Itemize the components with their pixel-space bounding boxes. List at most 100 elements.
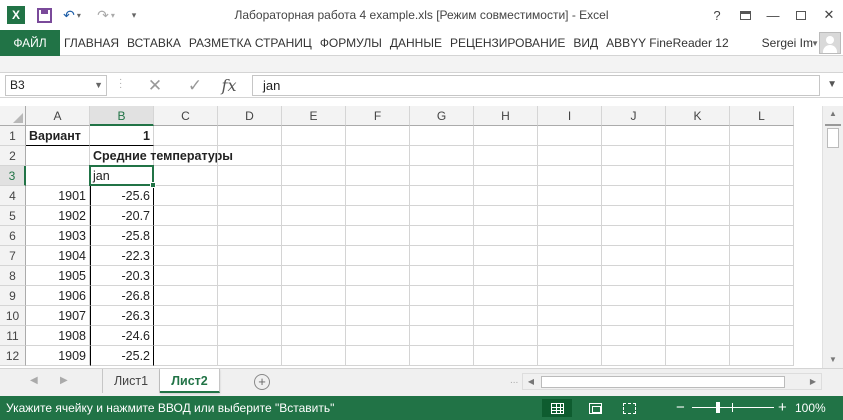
cell-a4[interactable]: 1901 (26, 186, 90, 206)
cell-c8[interactable] (154, 266, 218, 286)
sheet-prev-icon[interactable]: ◀ (30, 375, 38, 386)
cell-b2[interactable]: Средние температуры (90, 146, 233, 166)
row-header-1[interactable]: 1 (0, 126, 26, 146)
cell-b5[interactable]: -20.7 (90, 206, 154, 226)
column-header-f[interactable]: F (346, 106, 410, 126)
page-layout-view-button[interactable] (580, 399, 610, 417)
column-header-h[interactable]: H (474, 106, 538, 126)
cell-k12[interactable] (666, 346, 730, 366)
cell-l2[interactable] (730, 146, 794, 166)
cell-j2[interactable] (602, 146, 666, 166)
cell-i7[interactable] (538, 246, 602, 266)
split-handle[interactable] (825, 124, 841, 126)
cell-c1[interactable] (154, 126, 218, 146)
cell-c12[interactable] (154, 346, 218, 366)
row-header-4[interactable]: 4 (0, 186, 26, 206)
cell-h8[interactable] (474, 266, 538, 286)
cell-j4[interactable] (602, 186, 666, 206)
cell-l7[interactable] (730, 246, 794, 266)
zoom-slider-track[interactable] (692, 407, 774, 408)
horizontal-scroll-thumb[interactable] (541, 376, 785, 388)
cell-i6[interactable] (538, 226, 602, 246)
row-header-11[interactable]: 11 (0, 326, 26, 346)
cell-a2[interactable] (26, 146, 90, 166)
cell-k1[interactable] (666, 126, 730, 146)
cell-a12[interactable]: 1909 (26, 346, 90, 366)
cell-a1[interactable]: Вариант (26, 126, 90, 146)
cell-l5[interactable] (730, 206, 794, 226)
cell-c7[interactable] (154, 246, 218, 266)
cell-k5[interactable] (666, 206, 730, 226)
cell-e2[interactable] (282, 146, 346, 166)
tab-insert[interactable]: ВСТАВКА (123, 30, 185, 56)
name-box[interactable]: B3 ▼ (5, 75, 107, 96)
cell-e6[interactable] (282, 226, 346, 246)
cell-d9[interactable] (218, 286, 282, 306)
cell-d11[interactable] (218, 326, 282, 346)
cell-b12[interactable]: -25.2 (90, 346, 154, 366)
cell-l6[interactable] (730, 226, 794, 246)
cell-j5[interactable] (602, 206, 666, 226)
cell-h12[interactable] (474, 346, 538, 366)
cell-l9[interactable] (730, 286, 794, 306)
user-name[interactable]: Sergei Im (762, 30, 813, 56)
cell-j11[interactable] (602, 326, 666, 346)
cell-k8[interactable] (666, 266, 730, 286)
tab-abbyy[interactable]: ABBYY FineReader 12 (602, 30, 733, 56)
cell-i9[interactable] (538, 286, 602, 306)
cell-d5[interactable] (218, 206, 282, 226)
row-header-3[interactable]: 3 (0, 166, 26, 186)
cell-i12[interactable] (538, 346, 602, 366)
column-header-g[interactable]: G (410, 106, 474, 126)
row-header-12[interactable]: 12 (0, 346, 26, 366)
cell-l8[interactable] (730, 266, 794, 286)
cell-j12[interactable] (602, 346, 666, 366)
cell-a8[interactable]: 1905 (26, 266, 90, 286)
cell-l11[interactable] (730, 326, 794, 346)
tab-split-icon[interactable]: ... (510, 375, 518, 386)
tab-home[interactable]: ГЛАВНАЯ (60, 30, 123, 56)
cell-c9[interactable] (154, 286, 218, 306)
cell-b6[interactable]: -25.8 (90, 226, 154, 246)
ribbon-display-options-icon[interactable] (731, 0, 759, 30)
cell-a11[interactable]: 1908 (26, 326, 90, 346)
cell-k10[interactable] (666, 306, 730, 326)
cell-k6[interactable] (666, 226, 730, 246)
cell-a6[interactable]: 1903 (26, 226, 90, 246)
cell-d4[interactable] (218, 186, 282, 206)
sheet-tab-1[interactable]: Лист1 (102, 369, 160, 393)
column-header-j[interactable]: J (602, 106, 666, 126)
zoom-level[interactable]: 100% (795, 396, 826, 420)
expand-formula-bar-icon[interactable]: ▼ (827, 79, 837, 90)
cancel-icon[interactable]: ✕ (142, 75, 168, 96)
zoom-in-button[interactable]: + (778, 396, 787, 420)
resize-handle-icon[interactable]: · · · (119, 75, 122, 93)
cell-j9[interactable] (602, 286, 666, 306)
cell-i1[interactable] (538, 126, 602, 146)
cell-i2[interactable] (538, 146, 602, 166)
cell-h7[interactable] (474, 246, 538, 266)
chevron-down-icon[interactable]: ▼ (811, 39, 819, 48)
cell-e9[interactable] (282, 286, 346, 306)
row-header-5[interactable]: 5 (0, 206, 26, 226)
column-header-l[interactable]: L (730, 106, 794, 126)
cell-f3[interactable] (346, 166, 410, 186)
cell-j8[interactable] (602, 266, 666, 286)
row-header-10[interactable]: 10 (0, 306, 26, 326)
row-header-2[interactable]: 2 (0, 146, 26, 166)
cell-k3[interactable] (666, 166, 730, 186)
vertical-scrollbar[interactable]: ▲ ▼ (822, 106, 843, 368)
cell-f11[interactable] (346, 326, 410, 346)
cell-b9[interactable]: -26.8 (90, 286, 154, 306)
help-icon[interactable]: ? (703, 0, 731, 30)
cell-l3[interactable] (730, 166, 794, 186)
column-header-b[interactable]: B (90, 106, 154, 126)
cell-b7[interactable]: -22.3 (90, 246, 154, 266)
cell-i11[interactable] (538, 326, 602, 346)
cell-l1[interactable] (730, 126, 794, 146)
cell-b4[interactable]: -25.6 (90, 186, 154, 206)
sheet-next-icon[interactable]: ▶ (60, 375, 68, 386)
enter-icon[interactable]: ✓ (182, 75, 208, 96)
add-sheet-button[interactable]: + (254, 374, 270, 390)
cell-l12[interactable] (730, 346, 794, 366)
